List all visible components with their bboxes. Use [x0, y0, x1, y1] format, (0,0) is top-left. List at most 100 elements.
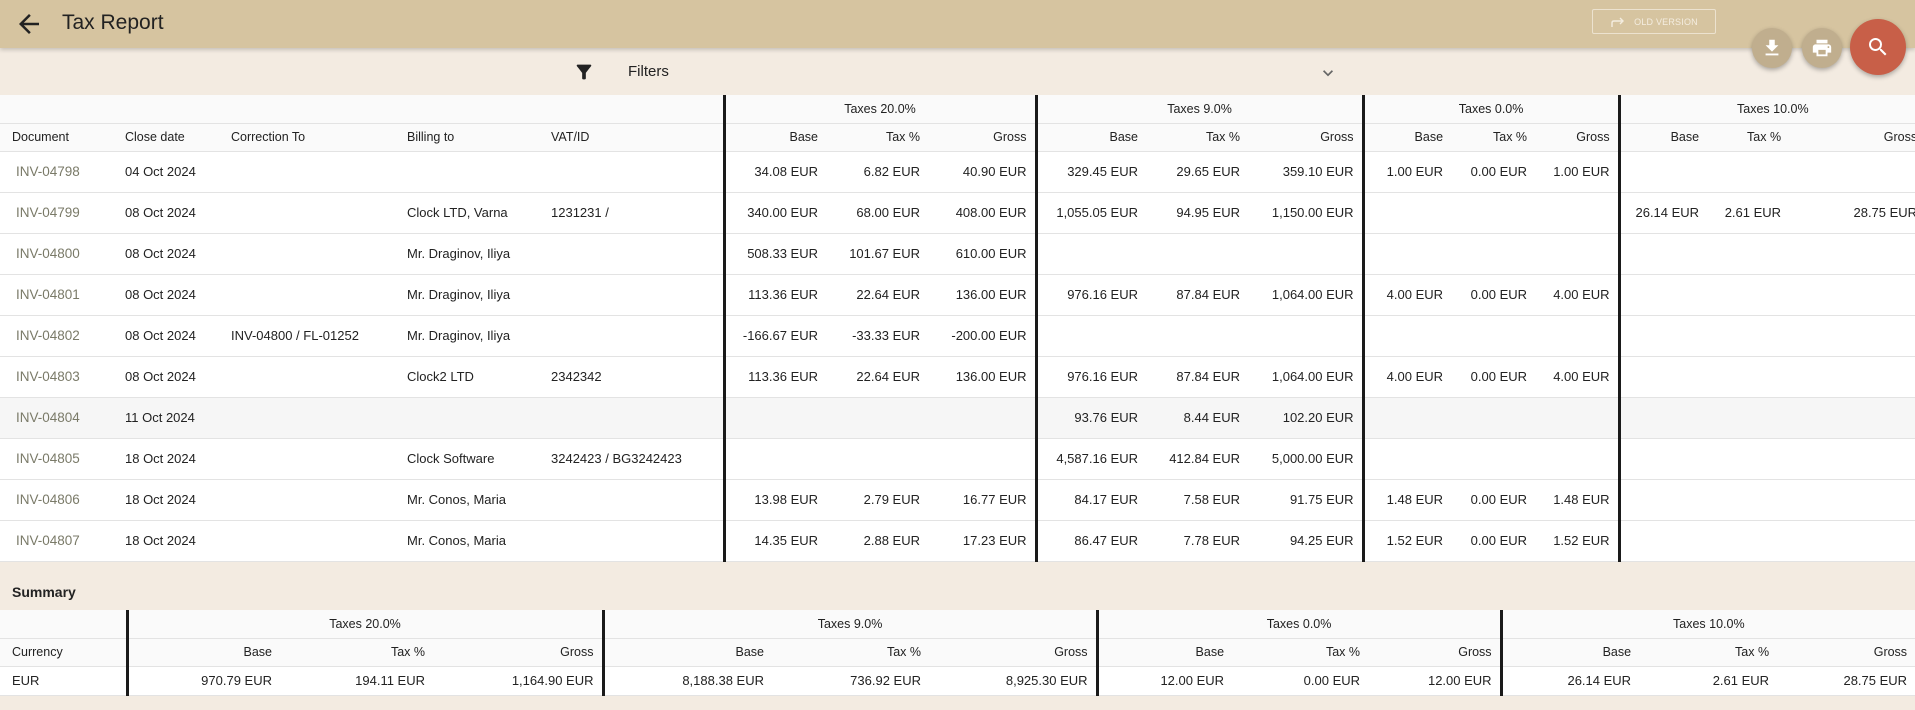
t0-base-cell	[1361, 397, 1452, 439]
document-link[interactable]: INV-04806	[0, 479, 113, 521]
col-header-gross: Gross	[1248, 123, 1364, 152]
col-header-close-date[interactable]: Close date	[113, 123, 219, 152]
correction-to-cell	[219, 479, 395, 521]
t0-gross-cell	[1535, 192, 1620, 234]
vat-id-cell	[539, 233, 725, 275]
t20-gross-cell: 136.00 EUR	[928, 356, 1037, 398]
group-header-spacer	[0, 95, 725, 124]
col-header-document[interactable]: Document	[0, 123, 113, 152]
document-link[interactable]: INV-04802	[0, 315, 113, 357]
t10-base-cell	[1617, 520, 1708, 562]
billing-to-cell: Clock LTD, Varna	[395, 192, 539, 234]
table-row[interactable]: INV-04806 18 Oct 2024 Mr. Conos, Maria 13.9…	[0, 479, 1915, 521]
document-link[interactable]: INV-04800	[0, 233, 113, 275]
close-date-cell: 08 Oct 2024	[113, 356, 219, 398]
t9-gross-cell: 102.20 EUR	[1248, 397, 1364, 439]
t0-base-cell: 4.00 EUR	[1361, 356, 1452, 398]
summary-col-tax: Tax %	[280, 638, 433, 667]
billing-to-cell	[395, 151, 539, 193]
summary-t20-gross-cell: 1,164.90 EUR	[433, 666, 603, 696]
document-link[interactable]: INV-04804	[0, 397, 113, 439]
t10-tax-cell	[1707, 438, 1790, 480]
t9-gross-cell	[1248, 233, 1364, 275]
table-row[interactable]: INV-04799 08 Oct 2024 Clock LTD, Varna 1231…	[0, 192, 1915, 234]
t20-tax-cell: -33.33 EUR	[826, 315, 929, 357]
summary-col-currency: Currency	[0, 638, 127, 667]
summary-t9-tax-cell: 736.92 EUR	[772, 666, 929, 696]
t10-base-cell	[1617, 438, 1708, 480]
t9-tax-cell: 87.84 EUR	[1146, 274, 1249, 316]
summary-t0-tax-cell: 0.00 EUR	[1232, 666, 1369, 696]
table-row[interactable]: INV-04801 08 Oct 2024 Mr. Draginov, Iliya 1…	[0, 274, 1915, 316]
search-button[interactable]	[1850, 19, 1906, 75]
col-header-correction-to[interactable]: Correction To	[219, 123, 395, 152]
document-link[interactable]: INV-04801	[0, 274, 113, 316]
t0-tax-cell: 0.00 EUR	[1451, 520, 1536, 562]
close-date-cell: 08 Oct 2024	[113, 233, 219, 275]
col-header-base: Base	[1034, 123, 1147, 152]
t10-tax-cell	[1707, 274, 1790, 316]
print-button[interactable]	[1802, 28, 1842, 68]
t20-base-cell: 113.36 EUR	[722, 274, 827, 316]
col-header-tax: Tax %	[1146, 123, 1249, 152]
summary-t20-tax-cell: 194.11 EUR	[280, 666, 433, 696]
table-row[interactable]: INV-04798 04 Oct 2024 34.08 EUR 6.82 EUR 40.…	[0, 151, 1915, 193]
group-header-taxes-10: Taxes 10.0%	[1617, 95, 1915, 124]
summary-group-taxes-0: Taxes 0.0%	[1095, 610, 1502, 639]
summary-group-taxes-10: Taxes 10.0%	[1499, 610, 1915, 639]
document-link[interactable]: INV-04807	[0, 520, 113, 562]
summary-col-tax: Tax %	[1232, 638, 1369, 667]
chevron-down-icon[interactable]	[1318, 63, 1338, 83]
vat-id-cell	[539, 520, 725, 562]
table-row[interactable]: INV-04805 18 Oct 2024 Clock Software 324242…	[0, 438, 1915, 480]
currency-cell: EUR	[0, 666, 127, 696]
t0-gross-cell	[1535, 397, 1620, 439]
t9-gross-cell: 359.10 EUR	[1248, 151, 1364, 193]
col-header-billing-to[interactable]: Billing to	[395, 123, 539, 152]
old-version-button[interactable]: OLD VERSION	[1592, 9, 1716, 34]
t9-tax-cell: 94.95 EUR	[1146, 192, 1249, 234]
document-link[interactable]: INV-04803	[0, 356, 113, 398]
col-header-vat-id[interactable]: VAT/ID	[539, 123, 725, 152]
t10-base-cell	[1617, 315, 1708, 357]
t10-tax-cell	[1707, 520, 1790, 562]
table-row[interactable]: INV-04800 08 Oct 2024 Mr. Draginov, Iliya 5…	[0, 233, 1915, 275]
table-row[interactable]: INV-04803 08 Oct 2024 Clock2 LTD 2342342 113…	[0, 356, 1915, 398]
printer-icon	[1812, 39, 1832, 57]
summary-t10-base-cell: 26.14 EUR	[1499, 666, 1640, 696]
group-header-taxes-0: Taxes 0.0%	[1361, 95, 1620, 124]
summary-group-taxes-9: Taxes 9.0%	[601, 610, 1098, 639]
summary-col-base: Base	[601, 638, 772, 667]
col-header-base: Base	[1617, 123, 1708, 152]
t9-tax-cell: 7.58 EUR	[1146, 479, 1249, 521]
summary-col-gross: Gross	[1777, 638, 1915, 667]
t20-tax-cell: 101.67 EUR	[826, 233, 929, 275]
search-icon	[1869, 38, 1887, 56]
correction-to-cell	[219, 151, 395, 193]
t9-tax-cell: 7.78 EUR	[1146, 520, 1249, 562]
t9-tax-cell: 29.65 EUR	[1146, 151, 1249, 193]
t9-base-cell	[1034, 315, 1147, 357]
t10-gross-cell	[1789, 520, 1915, 562]
table-row[interactable]: INV-04804 11 Oct 2024 93.76 EUR 8.44 EUR 102…	[0, 397, 1915, 439]
t10-gross-cell: 28.75 EUR	[1789, 192, 1915, 234]
redo-arrow-icon	[1611, 17, 1625, 27]
table-row[interactable]: INV-04802 08 Oct 2024 INV-04800 / FL-01252…	[0, 315, 1915, 357]
download-button[interactable]	[1752, 28, 1792, 68]
table-row[interactable]: INV-04807 18 Oct 2024 Mr. Conos, Maria 14.3…	[0, 520, 1915, 562]
summary-t0-base-cell: 12.00 EUR	[1095, 666, 1233, 696]
t0-gross-cell	[1535, 315, 1620, 357]
t0-tax-cell	[1451, 233, 1536, 275]
document-link[interactable]: INV-04805	[0, 438, 113, 480]
t20-base-cell: -166.67 EUR	[722, 315, 827, 357]
document-link[interactable]: INV-04798	[0, 151, 113, 193]
t0-base-cell	[1361, 315, 1452, 357]
correction-to-cell	[219, 520, 395, 562]
close-date-cell: 08 Oct 2024	[113, 274, 219, 316]
t0-tax-cell	[1451, 192, 1536, 234]
t9-gross-cell: 5,000.00 EUR	[1248, 438, 1364, 480]
back-button[interactable]	[14, 9, 44, 39]
t0-gross-cell	[1535, 438, 1620, 480]
document-link[interactable]: INV-04799	[0, 192, 113, 234]
filters-panel[interactable]: Filters	[0, 48, 1915, 95]
